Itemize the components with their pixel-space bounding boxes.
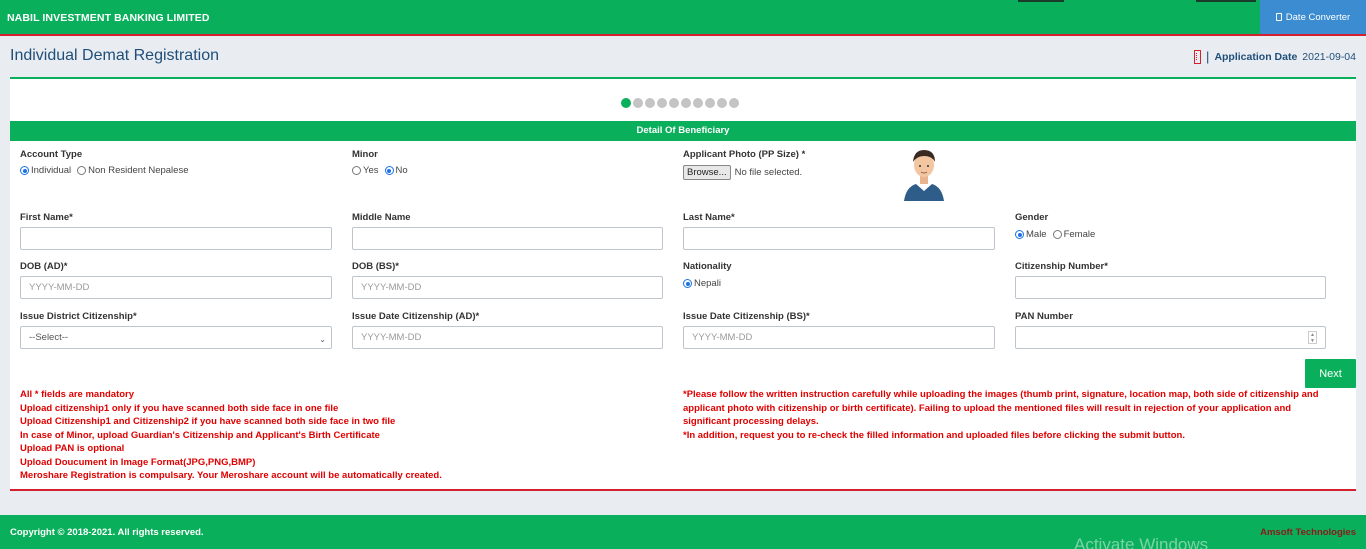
- section-title: Detail Of Beneficiary: [10, 121, 1356, 141]
- step-dot[interactable]: [681, 98, 691, 108]
- application-date-label: Application Date: [1214, 50, 1298, 63]
- nationality-label: Nationality: [683, 261, 732, 272]
- middle-name-label: Middle Name: [352, 212, 411, 223]
- step-dot[interactable]: [693, 98, 703, 108]
- radio-checked-icon[interactable]: [384, 166, 394, 175]
- dob-ad-label: DOB (AD)*: [20, 261, 68, 272]
- avatar-placeholder-icon: [904, 150, 944, 201]
- calendar-icon: [1275, 13, 1282, 21]
- browse-button[interactable]: Browse...: [683, 165, 731, 180]
- number-spinner-icon[interactable]: ▲ ▼: [1308, 331, 1317, 344]
- issue-date-ad-input[interactable]: YYYY-MM-DD: [352, 326, 663, 349]
- issue-date-bs-input[interactable]: YYYY-MM-DD: [683, 326, 995, 349]
- radio-non-resident-nepalese[interactable]: Non Resident Nepalese: [77, 165, 188, 176]
- dob-ad-input[interactable]: YYYY-MM-DD: [20, 276, 332, 299]
- page-title: Individual Demat Registration: [10, 47, 219, 64]
- top-strip: [1018, 0, 1064, 2]
- brand-logo[interactable]: NABIL INVESTMENT BANKING LIMITED: [7, 12, 210, 24]
- radio-nepali[interactable]: Nepali: [683, 278, 721, 289]
- radio-label: Individual: [31, 165, 72, 176]
- step-dot[interactable]: [669, 98, 679, 108]
- step-indicator: [621, 98, 739, 108]
- photo-file-input[interactable]: Browse... No file selected.: [683, 165, 802, 180]
- pan-number-input[interactable]: ▲ ▼: [1015, 326, 1326, 349]
- instruction-line: All * fields are mandatory: [20, 389, 135, 400]
- minor-label: Minor: [352, 149, 378, 160]
- radio-label: Non Resident Nepalese: [88, 165, 189, 176]
- footer: Copyright © 2018-2021. All rights reserv…: [0, 515, 1366, 549]
- last-name-input[interactable]: [683, 227, 995, 250]
- first-name-label: First Name*: [20, 212, 73, 223]
- instruction-line: Upload Citizenship1 and Citizenship2 if …: [20, 416, 396, 427]
- instruction-line: Meroshare Registration is compulsary. Yo…: [20, 470, 442, 481]
- citizenship-number-label: Citizenship Number*: [1015, 261, 1108, 272]
- last-name-label: Last Name*: [683, 212, 735, 223]
- step-dot[interactable]: [729, 98, 739, 108]
- radio-minor-yes[interactable]: Yes: [352, 165, 379, 176]
- copyright-text: Copyright © 2018-2021. All rights reserv…: [10, 527, 204, 538]
- instruction-line: Upload Doucument in Image Format(JPG,PNG…: [20, 456, 256, 468]
- radio-label: No: [395, 165, 408, 176]
- chevron-down-icon: ⌄: [319, 335, 326, 344]
- step-dot[interactable]: [657, 98, 667, 108]
- application-date-value: 2021-09-04: [1302, 50, 1356, 63]
- date-converter-button[interactable]: Date Converter: [1260, 0, 1366, 34]
- instruction-line: Upload citizenship1 only if you have sca…: [20, 402, 339, 414]
- issue-district-value: --Select--: [29, 332, 69, 343]
- first-name-input[interactable]: [20, 227, 332, 250]
- radio-label: Yes: [363, 165, 379, 176]
- step-dot[interactable]: [717, 98, 727, 108]
- radio-unchecked-icon[interactable]: [1052, 230, 1062, 239]
- issue-date-ad-label: Issue Date Citizenship (AD)*: [352, 311, 480, 322]
- gender-radios: Male Female: [1015, 229, 1095, 240]
- date-converter-label: Date Converter: [1285, 11, 1351, 23]
- radio-unchecked-icon[interactable]: [352, 166, 361, 175]
- radio-individual[interactable]: Individual: [20, 165, 71, 176]
- dob-bs-input[interactable]: YYYY-MM-DD: [352, 276, 663, 299]
- applicant-photo-label: Applicant Photo (PP Size) *: [683, 149, 806, 160]
- registration-card: Detail Of Beneficiary Account Type Indiv…: [10, 77, 1356, 491]
- radio-male[interactable]: Male: [1015, 229, 1047, 240]
- instructions-left: All * fields are mandatory Upload citize…: [20, 388, 442, 483]
- top-strip: [1196, 0, 1256, 2]
- issue-date-bs-label: Issue Date Citizenship (BS)*: [683, 311, 810, 322]
- step-dot-active[interactable]: [621, 98, 631, 108]
- instructions-right: *Please follow the written instruction c…: [683, 388, 1333, 442]
- gender-label: Gender: [1015, 212, 1049, 223]
- pan-number-label: PAN Number: [1015, 311, 1073, 322]
- issue-district-select[interactable]: --Select-- ⌄: [20, 326, 332, 349]
- calendar-icon: [1194, 49, 1202, 64]
- dob-bs-label: DOB (BS)*: [352, 261, 399, 272]
- radio-label: Nepali: [694, 278, 721, 289]
- instruction-line: In case of Minor, upload Guardian's Citi…: [20, 429, 380, 441]
- radio-unchecked-icon[interactable]: [77, 166, 87, 175]
- radio-checked-icon[interactable]: [683, 279, 692, 288]
- nationality-radios: Nepali: [683, 278, 721, 289]
- account-type-label: Account Type: [20, 149, 83, 160]
- company-link[interactable]: Amsoft Technologies: [1260, 527, 1356, 538]
- issue-district-label: Issue District Citizenship*: [20, 311, 137, 322]
- next-button[interactable]: Next: [1305, 359, 1356, 388]
- step-dot[interactable]: [645, 98, 655, 108]
- separator: |: [1206, 49, 1210, 64]
- radio-label: Female: [1063, 229, 1096, 240]
- step-dot[interactable]: [705, 98, 715, 108]
- minor-radios: Yes No: [352, 165, 408, 176]
- citizenship-number-input[interactable]: [1015, 276, 1326, 299]
- file-status: No file selected.: [734, 167, 803, 178]
- activate-windows-watermark: Activate Windows: [1074, 535, 1209, 549]
- step-dot[interactable]: [633, 98, 643, 108]
- radio-checked-icon[interactable]: [1015, 230, 1024, 239]
- radio-checked-icon[interactable]: [20, 166, 29, 175]
- middle-name-input[interactable]: [352, 227, 663, 250]
- instruction-paragraph: *Please follow the written instruction c…: [683, 389, 1319, 427]
- radio-label: Male: [1026, 229, 1047, 240]
- radio-female[interactable]: Female: [1052, 229, 1096, 240]
- instruction-paragraph: *In addition, request you to re-check th…: [683, 429, 1185, 441]
- top-navbar: NABIL INVESTMENT BANKING LIMITED Date Co…: [0, 0, 1366, 36]
- account-type-radios: Individual Non Resident Nepalese: [20, 165, 188, 176]
- application-date: | Application Date 2021-09-04: [1194, 49, 1356, 64]
- radio-minor-no[interactable]: No: [384, 165, 408, 176]
- instruction-line: Upload PAN is optional: [20, 443, 125, 454]
